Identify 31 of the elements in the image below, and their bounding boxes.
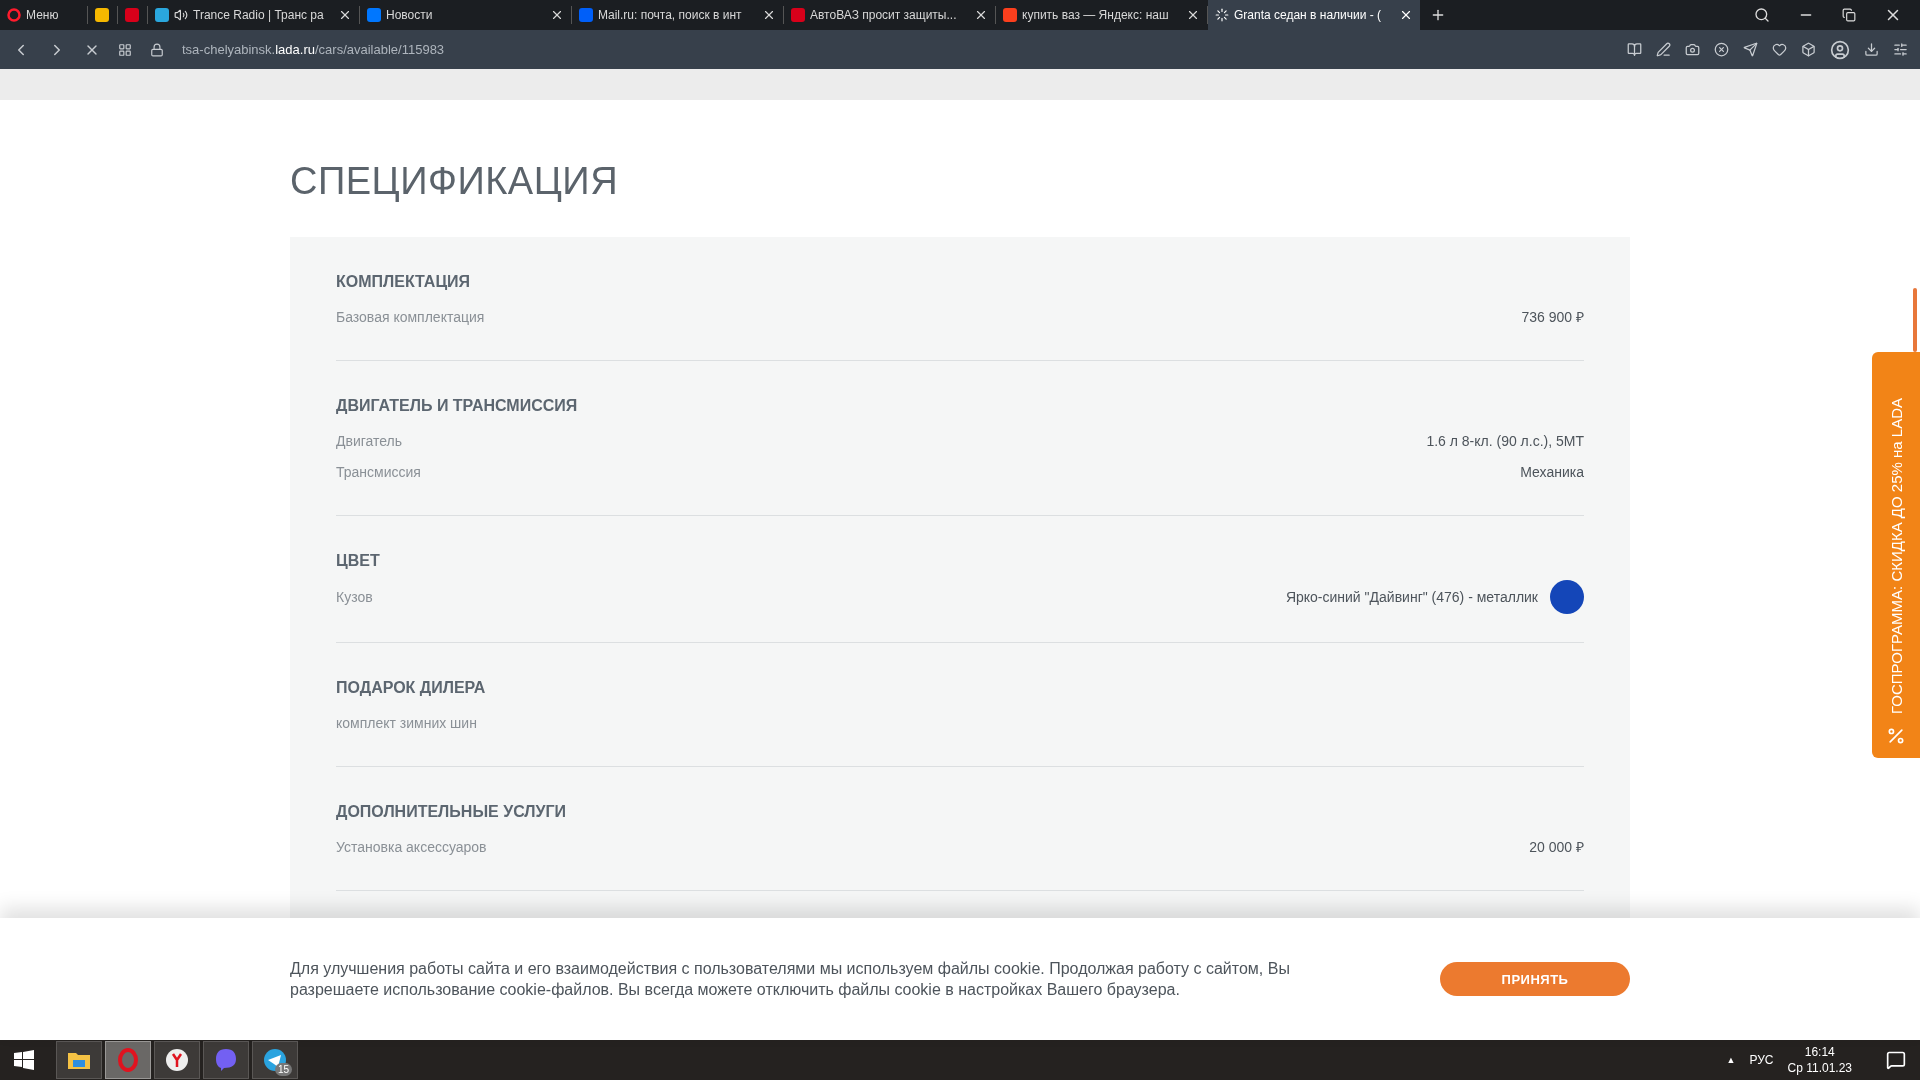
notification-badge: 15: [274, 1063, 292, 1076]
spec-value: 736 900 ₽: [1521, 308, 1584, 326]
page-title: СПЕЦИФИКАЦИЯ: [290, 160, 620, 203]
spec-label: комплект зимних шин: [336, 714, 477, 731]
spec-label: Установка аксессуаров: [336, 838, 487, 855]
url-field[interactable]: tsa-chelyabinsk.lada.ru/cars/available/115983: [182, 42, 445, 57]
section-title: ЦВЕТ: [336, 552, 381, 570]
browser-tab[interactable]: Granta седан в наличии - (: [1208, 0, 1420, 30]
section-title: ПОДАРОК ДИЛЕРА: [336, 679, 487, 697]
browser-tab[interactable]: купить ваз — Яндекс: наш: [996, 6, 1208, 24]
spec-label: Двигатель: [336, 432, 403, 449]
spec-value: 20 000 ₽: [1529, 838, 1584, 856]
spec-label: Трансмиссия: [336, 463, 421, 480]
spec-label: Кузов: [336, 589, 373, 605]
cookie-text: Для улучшения работы сайта и его взаимодействия с пользователями мы используем файлы cookie. Продолжая работу с сайтом, Вы разрешаете использование cookie-файлов. Вы всегда можете отключить файлы cookie в настройках Вашего браузера.: [290, 959, 1291, 1000]
menu-button[interactable]: Меню: [0, 6, 88, 24]
browser-tab[interactable]: АвтоВАЗ просит защиты...: [784, 6, 996, 24]
spec-value: 1.6 л 8-кл. (90 л.с.), 5МТ: [1426, 432, 1584, 449]
section-title: ДВИГАТЕЛЬ И ТРАНСМИССИЯ: [336, 397, 579, 415]
language-indicator[interactable]: РУС: [1749, 1053, 1774, 1067]
section-title: КОМПЛЕКТАЦИЯ: [336, 273, 472, 291]
browser-tab[interactable]: Новости: [360, 6, 572, 24]
browser-tab[interactable]: Mail.ru: почта, поиск в инт: [572, 6, 784, 24]
browser-tab[interactable]: Trance Radio | Транс ра: [148, 6, 360, 24]
spec-value: Ярко-синий "Дайвинг" (476) - металлик: [1285, 589, 1538, 605]
section-title: ДОПОЛНИТЕЛЬНЫЕ УСЛУГИ: [336, 803, 568, 821]
spec-label: Базовая комплектация: [336, 308, 485, 325]
tray-arrow[interactable]: ▲: [1726, 1055, 1736, 1065]
taskbar-app[interactable]: 15: [252, 1041, 298, 1079]
spec-value: Механика: [1520, 463, 1584, 480]
clock[interactable]: 16:14 Ср 11.01.23: [1787, 1045, 1852, 1075]
